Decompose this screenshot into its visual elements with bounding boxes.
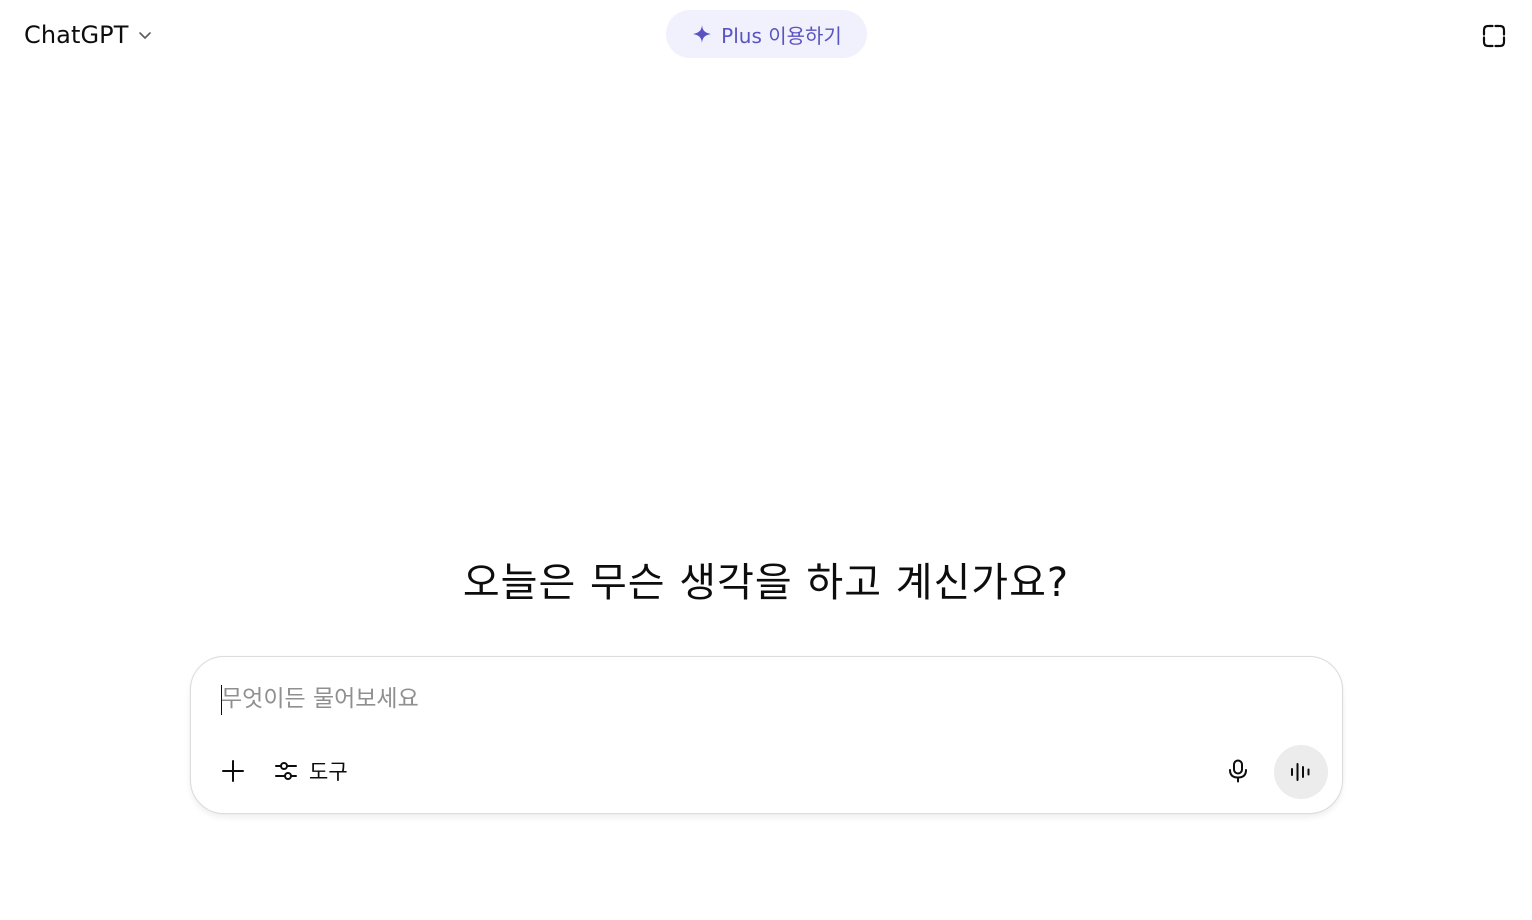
temporary-chat-icon — [1480, 22, 1508, 50]
voice-waveform-icon — [1288, 759, 1314, 785]
greeting-heading: 오늘은 무슨 생각을 하고 계신가요? — [462, 560, 1070, 606]
upgrade-plus-button[interactable]: Plus 이용하기 — [666, 10, 867, 58]
dictation-button[interactable] — [1216, 749, 1260, 793]
upgrade-plus-label: Plus 이용하기 — [721, 23, 842, 48]
prompt-input[interactable] — [221, 679, 1311, 719]
chevron-down-icon — [135, 25, 155, 45]
model-name: ChatGPT — [24, 21, 129, 49]
composer: 도구 — [190, 656, 1343, 814]
voice-mode-button[interactable] — [1274, 745, 1328, 799]
model-selector-button[interactable]: ChatGPT — [14, 14, 165, 56]
add-attachment-button[interactable] — [211, 749, 255, 793]
sliders-icon — [273, 758, 299, 784]
top-bar: ChatGPT Plus 이용하기 — [0, 0, 1532, 70]
microphone-icon — [1225, 758, 1251, 784]
text-caret — [221, 685, 222, 715]
tools-label: 도구 — [309, 760, 348, 784]
sparkle-icon — [691, 23, 713, 45]
temporary-chat-button[interactable] — [1474, 16, 1514, 56]
tools-button[interactable]: 도구 — [265, 749, 356, 793]
plus-icon — [220, 758, 246, 784]
